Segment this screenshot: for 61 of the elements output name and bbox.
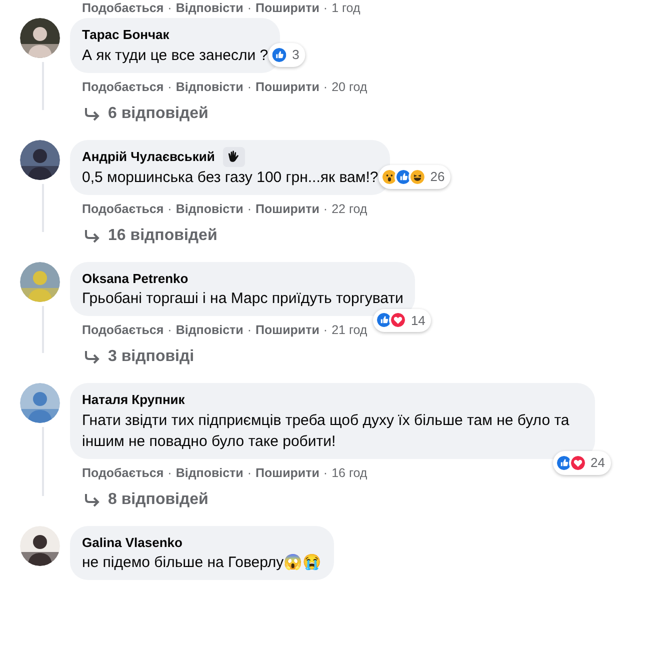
reaction-count: 14 — [410, 312, 426, 330]
comment-text: Грьобані торгаші і на Марс приїдуть торгувати — [82, 289, 404, 309]
like-link[interactable]: Подобається — [82, 464, 164, 480]
timestamp[interactable]: 16 год — [332, 464, 368, 480]
author-name[interactable]: Тарас Бончак — [82, 25, 170, 44]
comment-text: Гнати звідти тих підприємців треба щоб духу їх більше там не було та іншим не повадно було таке робити! — [82, 410, 570, 452]
separator-dot: · — [323, 200, 328, 216]
share-link[interactable]: Поширити — [256, 0, 320, 16]
separator-dot: · — [168, 0, 172, 16]
reply-arrow-icon — [84, 228, 100, 242]
separator-dot: · — [247, 464, 252, 480]
separator-dot: · — [323, 0, 328, 16]
separator-dot: · — [168, 464, 172, 480]
view-replies-button[interactable]: 3 відповіді — [70, 345, 194, 369]
separator-dot: · — [168, 78, 172, 94]
share-link[interactable]: Поширити — [256, 200, 320, 216]
timestamp[interactable]: 21 год — [332, 322, 368, 338]
separator-dot: · — [323, 322, 328, 338]
separator-dot: · — [323, 78, 328, 94]
view-replies-button[interactable]: 8 відповідей — [70, 488, 208, 512]
comment-text: не підемо більше на Говерлу😱😭 — [82, 553, 322, 573]
reply-link[interactable]: Відповісти — [176, 464, 244, 480]
separator-dot: · — [247, 322, 252, 338]
reaction-count: 26 — [430, 168, 445, 186]
author-name[interactable]: Андрій Чулаєвський — [82, 146, 215, 166]
reply-link[interactable]: Відповісти — [176, 78, 244, 94]
reply-arrow-icon — [84, 350, 100, 364]
reply-arrow-icon — [84, 106, 100, 120]
author-name[interactable]: Наталя Крупник — [82, 390, 185, 410]
share-link[interactable]: Поширити — [256, 322, 320, 338]
comment-text: 0,5 моршинська без газу 100 грн...як вам!? — [82, 168, 378, 188]
timestamp[interactable]: 22 год — [332, 200, 368, 216]
reply-link[interactable]: Відповісти — [176, 0, 244, 16]
share-link[interactable]: Поширити — [256, 464, 320, 480]
separator-dot: · — [247, 78, 252, 94]
reaction-count-pill[interactable]: 24 — [552, 451, 611, 474]
timestamp[interactable]: 20 год — [332, 78, 368, 94]
reply-arrow-icon — [84, 492, 100, 506]
reply-link[interactable]: Відповісти — [176, 322, 244, 338]
reaction-count-pill[interactable]: 3 — [268, 43, 306, 66]
reaction-count: 24 — [590, 454, 605, 472]
share-link[interactable]: Поширити — [256, 78, 320, 94]
separator-dot: · — [247, 0, 252, 16]
view-replies-button[interactable]: 6 відповідей — [70, 102, 208, 126]
separator-dot: · — [168, 322, 172, 338]
like-link[interactable]: Подобається — [82, 322, 164, 338]
comment-text: А як туди це все занесли ? — [82, 46, 268, 66]
like-link[interactable]: Подобається — [82, 200, 164, 216]
separator-dot: · — [323, 464, 328, 480]
author-name[interactable]: Oksana Petrenko — [82, 268, 188, 288]
reaction-count-pill[interactable]: 14 — [372, 308, 432, 332]
reaction-count-pill[interactable]: 26 — [378, 165, 451, 188]
view-replies-button[interactable]: 16 відповідей — [70, 224, 218, 248]
separator-dot: · — [168, 200, 172, 216]
reply-link[interactable]: Відповісти — [176, 200, 244, 216]
separator-dot: · — [247, 200, 252, 216]
like-link[interactable]: Подобається — [82, 0, 164, 16]
like-link[interactable]: Подобається — [82, 78, 164, 94]
author-name[interactable]: Galina Vlasenko — [82, 532, 182, 552]
timestamp[interactable]: 1 год — [332, 0, 360, 16]
reaction-count: 3 — [292, 46, 300, 64]
